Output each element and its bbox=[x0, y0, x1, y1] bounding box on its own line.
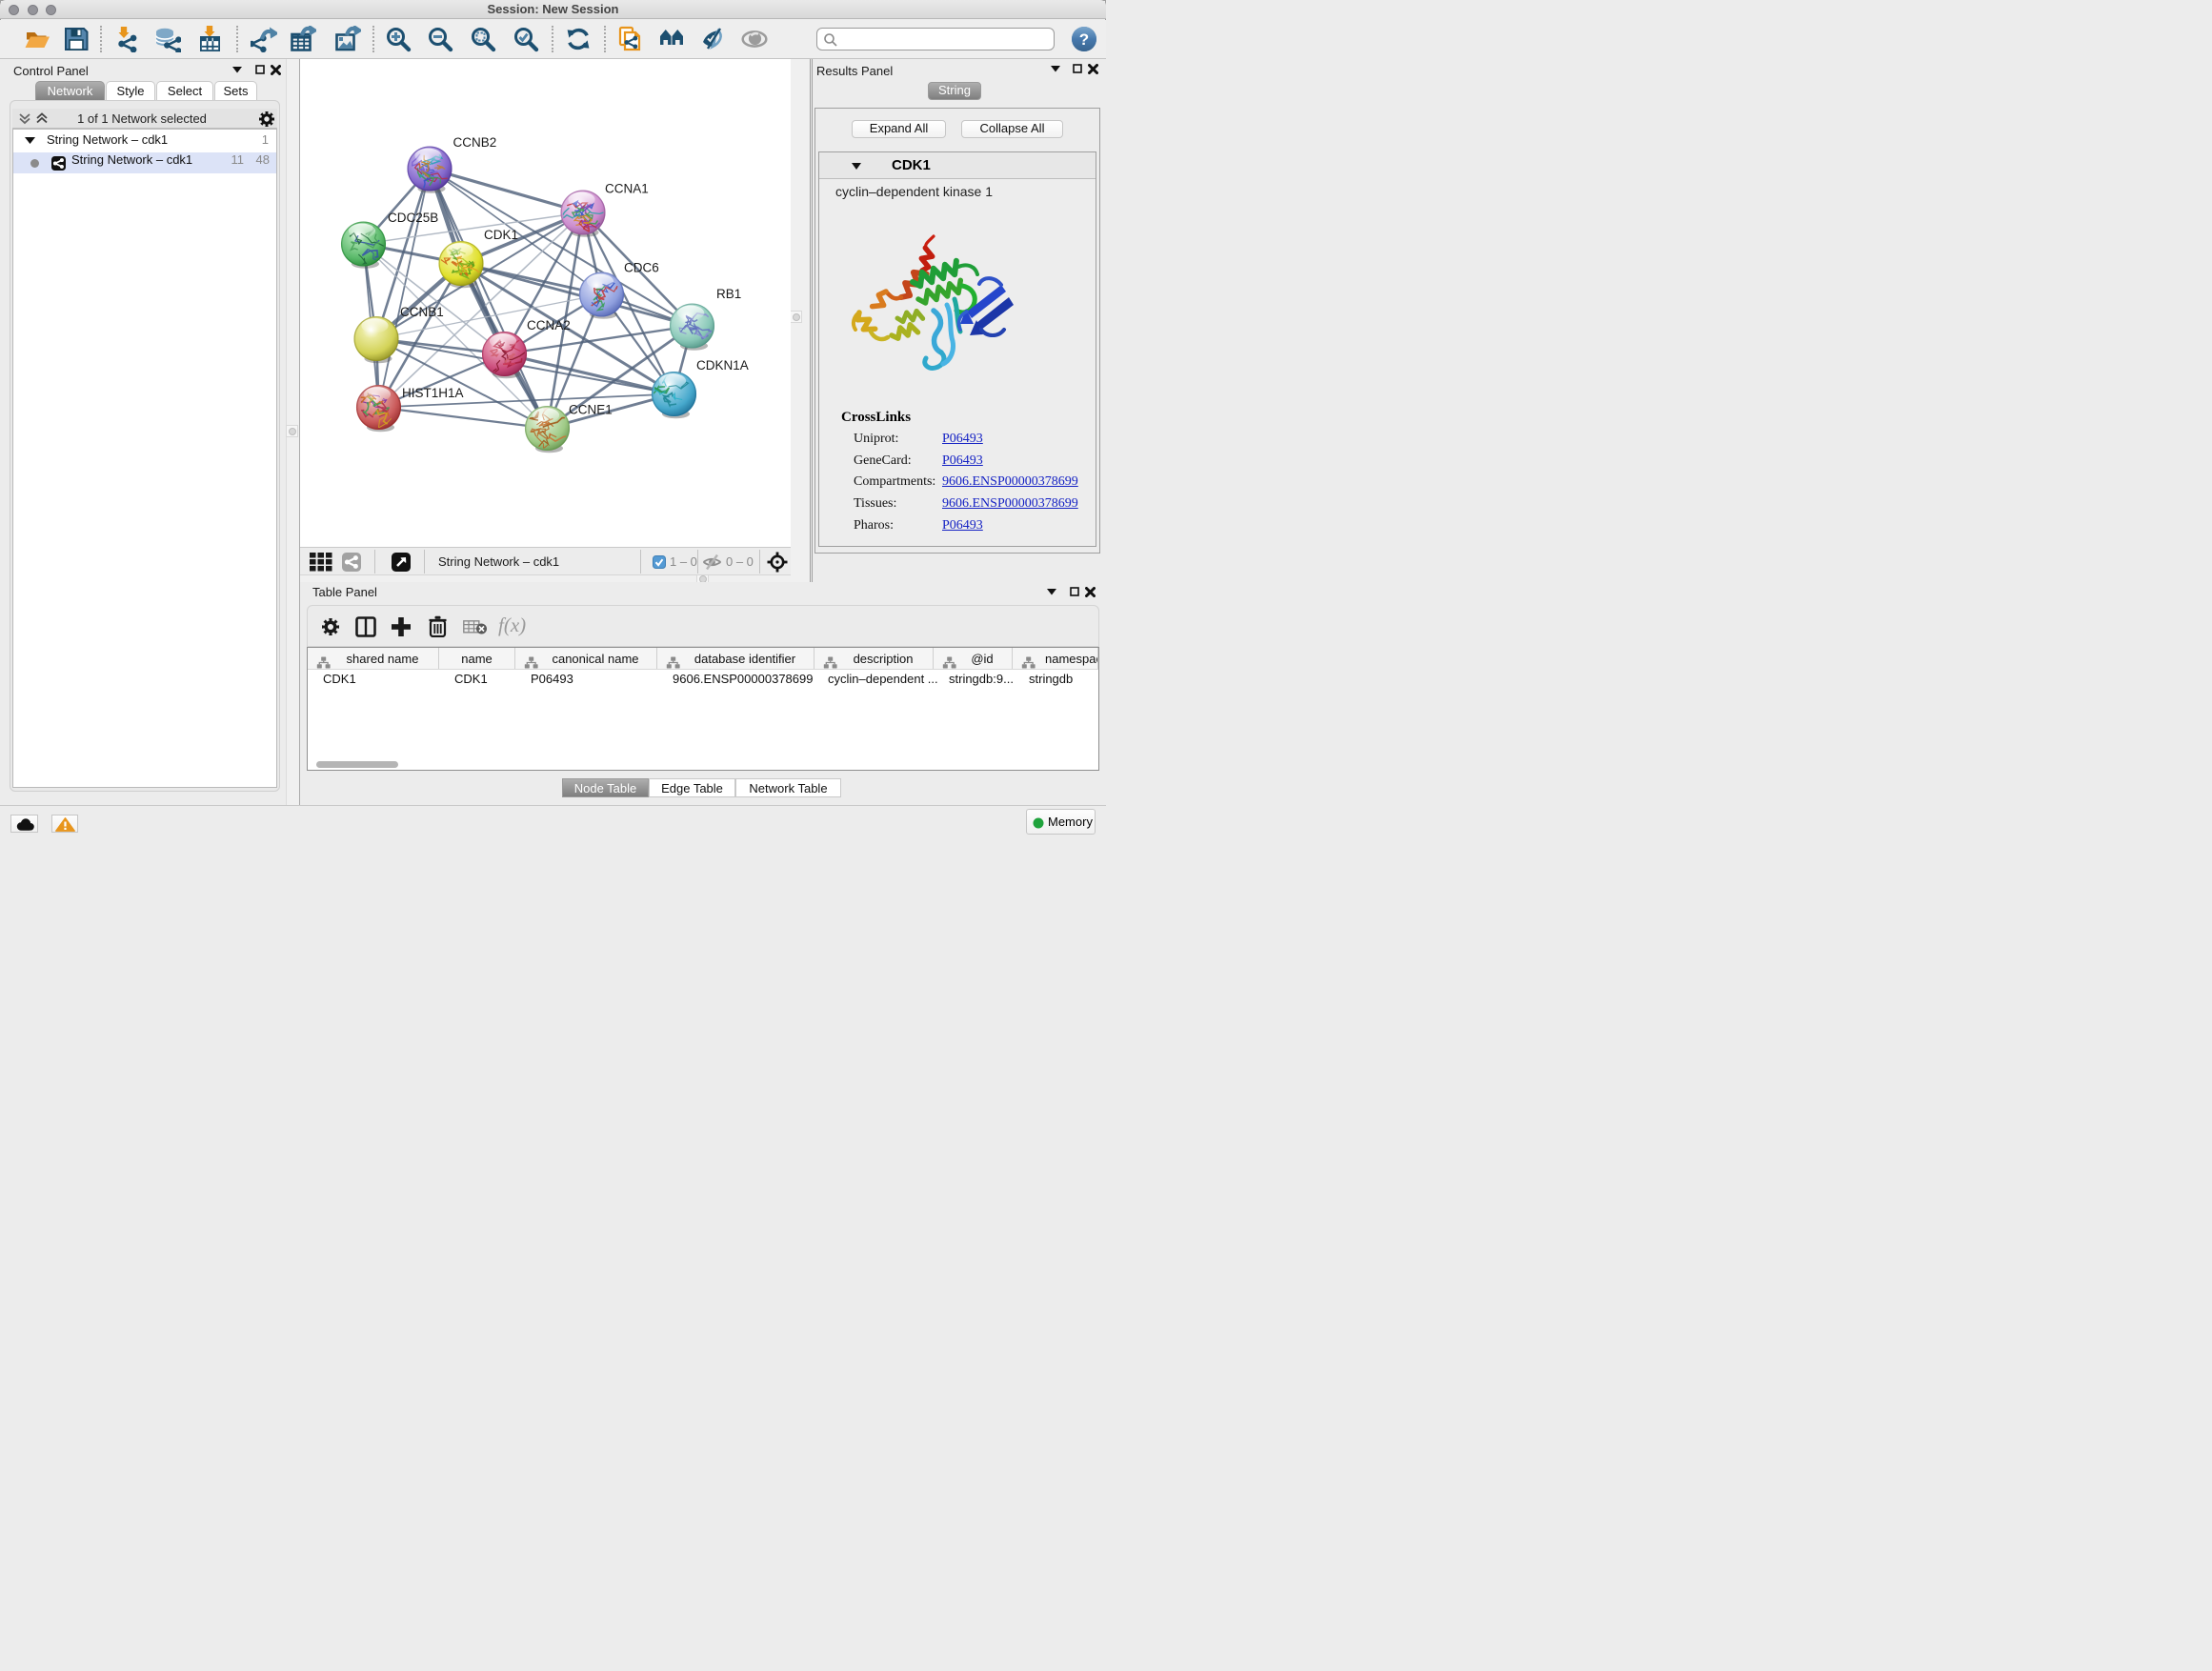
svg-text:RB1: RB1 bbox=[716, 287, 741, 301]
svg-text:?: ? bbox=[1079, 30, 1089, 49]
svg-text:HIST1H1A: HIST1H1A bbox=[402, 386, 464, 400]
svg-text:CDK1: CDK1 bbox=[484, 228, 518, 242]
svg-text:CCNB1: CCNB1 bbox=[400, 305, 444, 319]
svg-text:CDKN1A: CDKN1A bbox=[696, 358, 749, 372]
svg-text:CCNE1: CCNE1 bbox=[569, 403, 613, 417]
svg-text:CCNB2: CCNB2 bbox=[453, 135, 497, 150]
svg-text:CCNA1: CCNA1 bbox=[605, 182, 649, 196]
svg-text:CDC6: CDC6 bbox=[624, 261, 659, 275]
svg-text:CCNA2: CCNA2 bbox=[527, 318, 571, 332]
svg-text:CDC25B: CDC25B bbox=[388, 211, 438, 225]
